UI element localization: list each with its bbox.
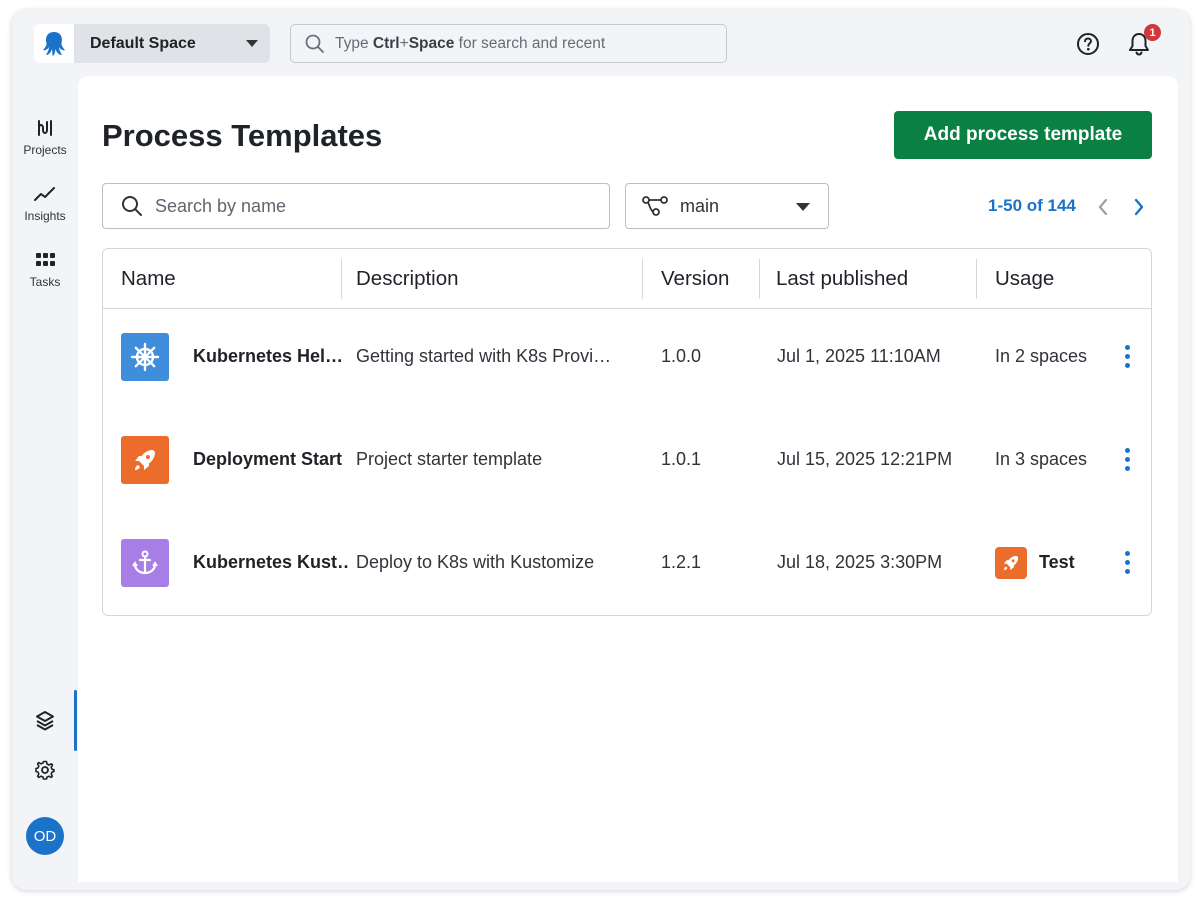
gear-icon[interactable] bbox=[35, 760, 55, 785]
nav-label: Projects bbox=[23, 143, 67, 157]
column-divider bbox=[976, 259, 977, 299]
projects-icon bbox=[38, 120, 52, 136]
nav-projects[interactable]: Projects bbox=[12, 118, 78, 157]
template-last-published: Jul 15, 2025 12:21PM bbox=[777, 449, 953, 469]
table-row[interactable]: Kubernetes Hel… Getting started with K8s… bbox=[103, 305, 1151, 408]
template-description: Deploy to K8s with Kustomize bbox=[356, 552, 595, 572]
search-icon bbox=[305, 34, 324, 53]
template-name[interactable]: Kubernetes Hel… bbox=[193, 305, 343, 408]
template-name[interactable]: Kubernetes Kust… bbox=[193, 511, 348, 614]
nav-insights[interactable]: Insights bbox=[12, 184, 78, 223]
usage-space-name: Test bbox=[1039, 552, 1075, 572]
template-search[interactable] bbox=[102, 183, 610, 229]
table-row[interactable]: Kubernetes Kust… Deploy to K8s with Kust… bbox=[103, 511, 1151, 614]
pagination-text: 1-50 of 144 bbox=[988, 196, 1076, 215]
template-version: 1.0.0 bbox=[661, 346, 702, 366]
nav-tasks[interactable]: Tasks bbox=[12, 250, 78, 289]
chevron-left-icon[interactable] bbox=[1097, 198, 1109, 221]
template-usage: In 2 spaces bbox=[995, 346, 1088, 366]
column-header-name[interactable]: Name bbox=[121, 249, 176, 309]
column-divider bbox=[642, 259, 643, 299]
branch-name: main bbox=[680, 195, 720, 216]
search-hint: Type Ctrl+Space for search and recent bbox=[335, 34, 606, 52]
nav-label: Insights bbox=[24, 209, 66, 223]
template-version: 1.2.1 bbox=[661, 552, 702, 572]
nav-label: Tasks bbox=[29, 275, 61, 289]
page-title: Process Templates bbox=[102, 118, 383, 153]
user-avatar[interactable]: OD bbox=[26, 817, 64, 855]
chevron-right-icon[interactable] bbox=[1133, 198, 1145, 221]
layers-icon[interactable] bbox=[35, 710, 55, 737]
more-options-icon[interactable] bbox=[1125, 345, 1131, 368]
column-header-usage[interactable]: Usage bbox=[995, 249, 1054, 309]
template-name[interactable]: Deployment Start bbox=[193, 408, 343, 511]
add-process-template-button[interactable]: Add process template bbox=[894, 111, 1152, 159]
tasks-icon bbox=[36, 253, 55, 266]
octopus-icon bbox=[43, 31, 65, 56]
column-header-version[interactable]: Version bbox=[661, 249, 729, 309]
octopus-logo[interactable] bbox=[34, 24, 74, 63]
template-last-published: Jul 18, 2025 3:30PM bbox=[777, 552, 943, 572]
branch-selector[interactable]: main bbox=[625, 183, 829, 229]
more-options-icon[interactable] bbox=[1125, 448, 1131, 471]
table-row[interactable]: Deployment Start Project starter templat… bbox=[103, 408, 1151, 511]
template-last-published: Jul 1, 2025 11:10AM bbox=[777, 346, 941, 366]
git-branch-icon bbox=[642, 196, 668, 216]
more-options-icon[interactable] bbox=[1125, 551, 1131, 574]
space-name: Default Space bbox=[90, 34, 196, 52]
insights-icon bbox=[34, 187, 55, 201]
active-nav-indicator bbox=[74, 690, 77, 751]
template-usage: In 3 spaces bbox=[995, 449, 1088, 469]
helm-wheel-icon bbox=[121, 333, 169, 381]
column-header-description[interactable]: Description bbox=[356, 249, 459, 309]
rocket-icon bbox=[995, 546, 1027, 579]
help-icon[interactable] bbox=[1076, 32, 1100, 61]
column-divider bbox=[341, 259, 342, 299]
column-header-last-published[interactable]: Last published bbox=[776, 249, 908, 309]
process-templates-table: Name Description Version Last published … bbox=[102, 248, 1152, 616]
template-description: Getting started with K8s Provi… bbox=[356, 346, 612, 366]
template-description: Project starter template bbox=[356, 449, 543, 469]
table-header: Name Description Version Last published … bbox=[103, 249, 1151, 309]
space-selector[interactable]: Default Space bbox=[74, 24, 270, 63]
column-divider bbox=[759, 259, 760, 299]
anchor-icon bbox=[121, 539, 169, 587]
search-input[interactable] bbox=[155, 195, 575, 217]
app-window: Default Space Type Ctrl+Space for search… bbox=[12, 10, 1190, 890]
chevron-down-icon bbox=[796, 203, 810, 211]
global-search-input[interactable]: Type Ctrl+Space for search and recent bbox=[290, 24, 727, 63]
template-version: 1.0.1 bbox=[661, 449, 702, 469]
rocket-icon bbox=[121, 436, 169, 484]
search-icon bbox=[122, 196, 142, 216]
notification-badge: 1 bbox=[1144, 24, 1161, 41]
template-usage[interactable]: Test bbox=[995, 511, 1115, 614]
chevron-down-icon bbox=[246, 40, 258, 47]
main-panel: Process Templates Add process template m… bbox=[78, 76, 1178, 882]
